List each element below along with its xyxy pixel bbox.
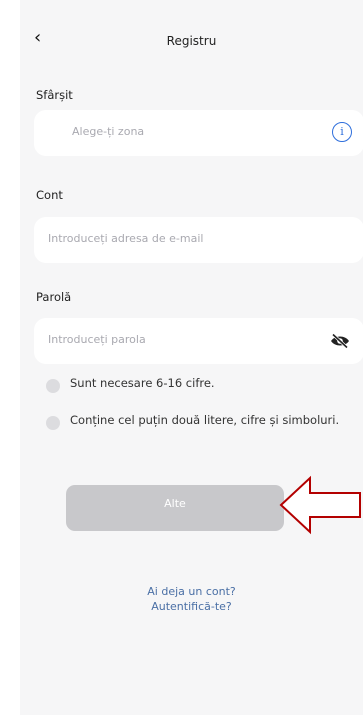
account-label: Cont bbox=[36, 188, 63, 202]
zone-placeholder: Alege-ți zona bbox=[72, 125, 145, 138]
next-button[interactable]: Alte bbox=[66, 485, 284, 531]
email-field[interactable]: Introduceți adresa de e-mail bbox=[34, 217, 363, 263]
zone-select[interactable]: Alege-ți zona i bbox=[34, 110, 363, 156]
register-screen: ‹ Registru Sfârșit Alege-ți zona i Cont … bbox=[20, 0, 363, 715]
page-title: Registru bbox=[166, 34, 217, 48]
rule-length: Sunt necesare 6-16 cifre. bbox=[46, 377, 346, 393]
login-question: Ai deja un cont? bbox=[147, 585, 236, 598]
eye-hidden-icon[interactable] bbox=[330, 333, 350, 349]
info-icon[interactable]: i bbox=[332, 122, 352, 142]
rule-composition: Conține cel puțin două litere, cifre și … bbox=[46, 414, 346, 442]
password-field[interactable]: Introduceți parola bbox=[34, 318, 363, 364]
annotation-arrow-icon bbox=[279, 475, 361, 535]
login-link[interactable]: Ai deja un cont? Autentifică-te? bbox=[20, 584, 363, 614]
email-placeholder: Introduceți adresa de e-mail bbox=[48, 232, 204, 245]
zone-label: Sfârșit bbox=[36, 88, 73, 102]
login-action: Autentifică-te? bbox=[151, 600, 232, 613]
rule-status-dot bbox=[46, 416, 60, 430]
password-label: Parolă bbox=[36, 290, 72, 304]
password-placeholder: Introduceți parola bbox=[48, 333, 146, 346]
rule-text: Sunt necesare 6-16 cifre. bbox=[70, 376, 215, 390]
rule-status-dot bbox=[46, 379, 60, 393]
rule-text: Conține cel puțin două litere, cifre și … bbox=[70, 413, 340, 427]
header: ‹ Registru bbox=[20, 28, 363, 58]
